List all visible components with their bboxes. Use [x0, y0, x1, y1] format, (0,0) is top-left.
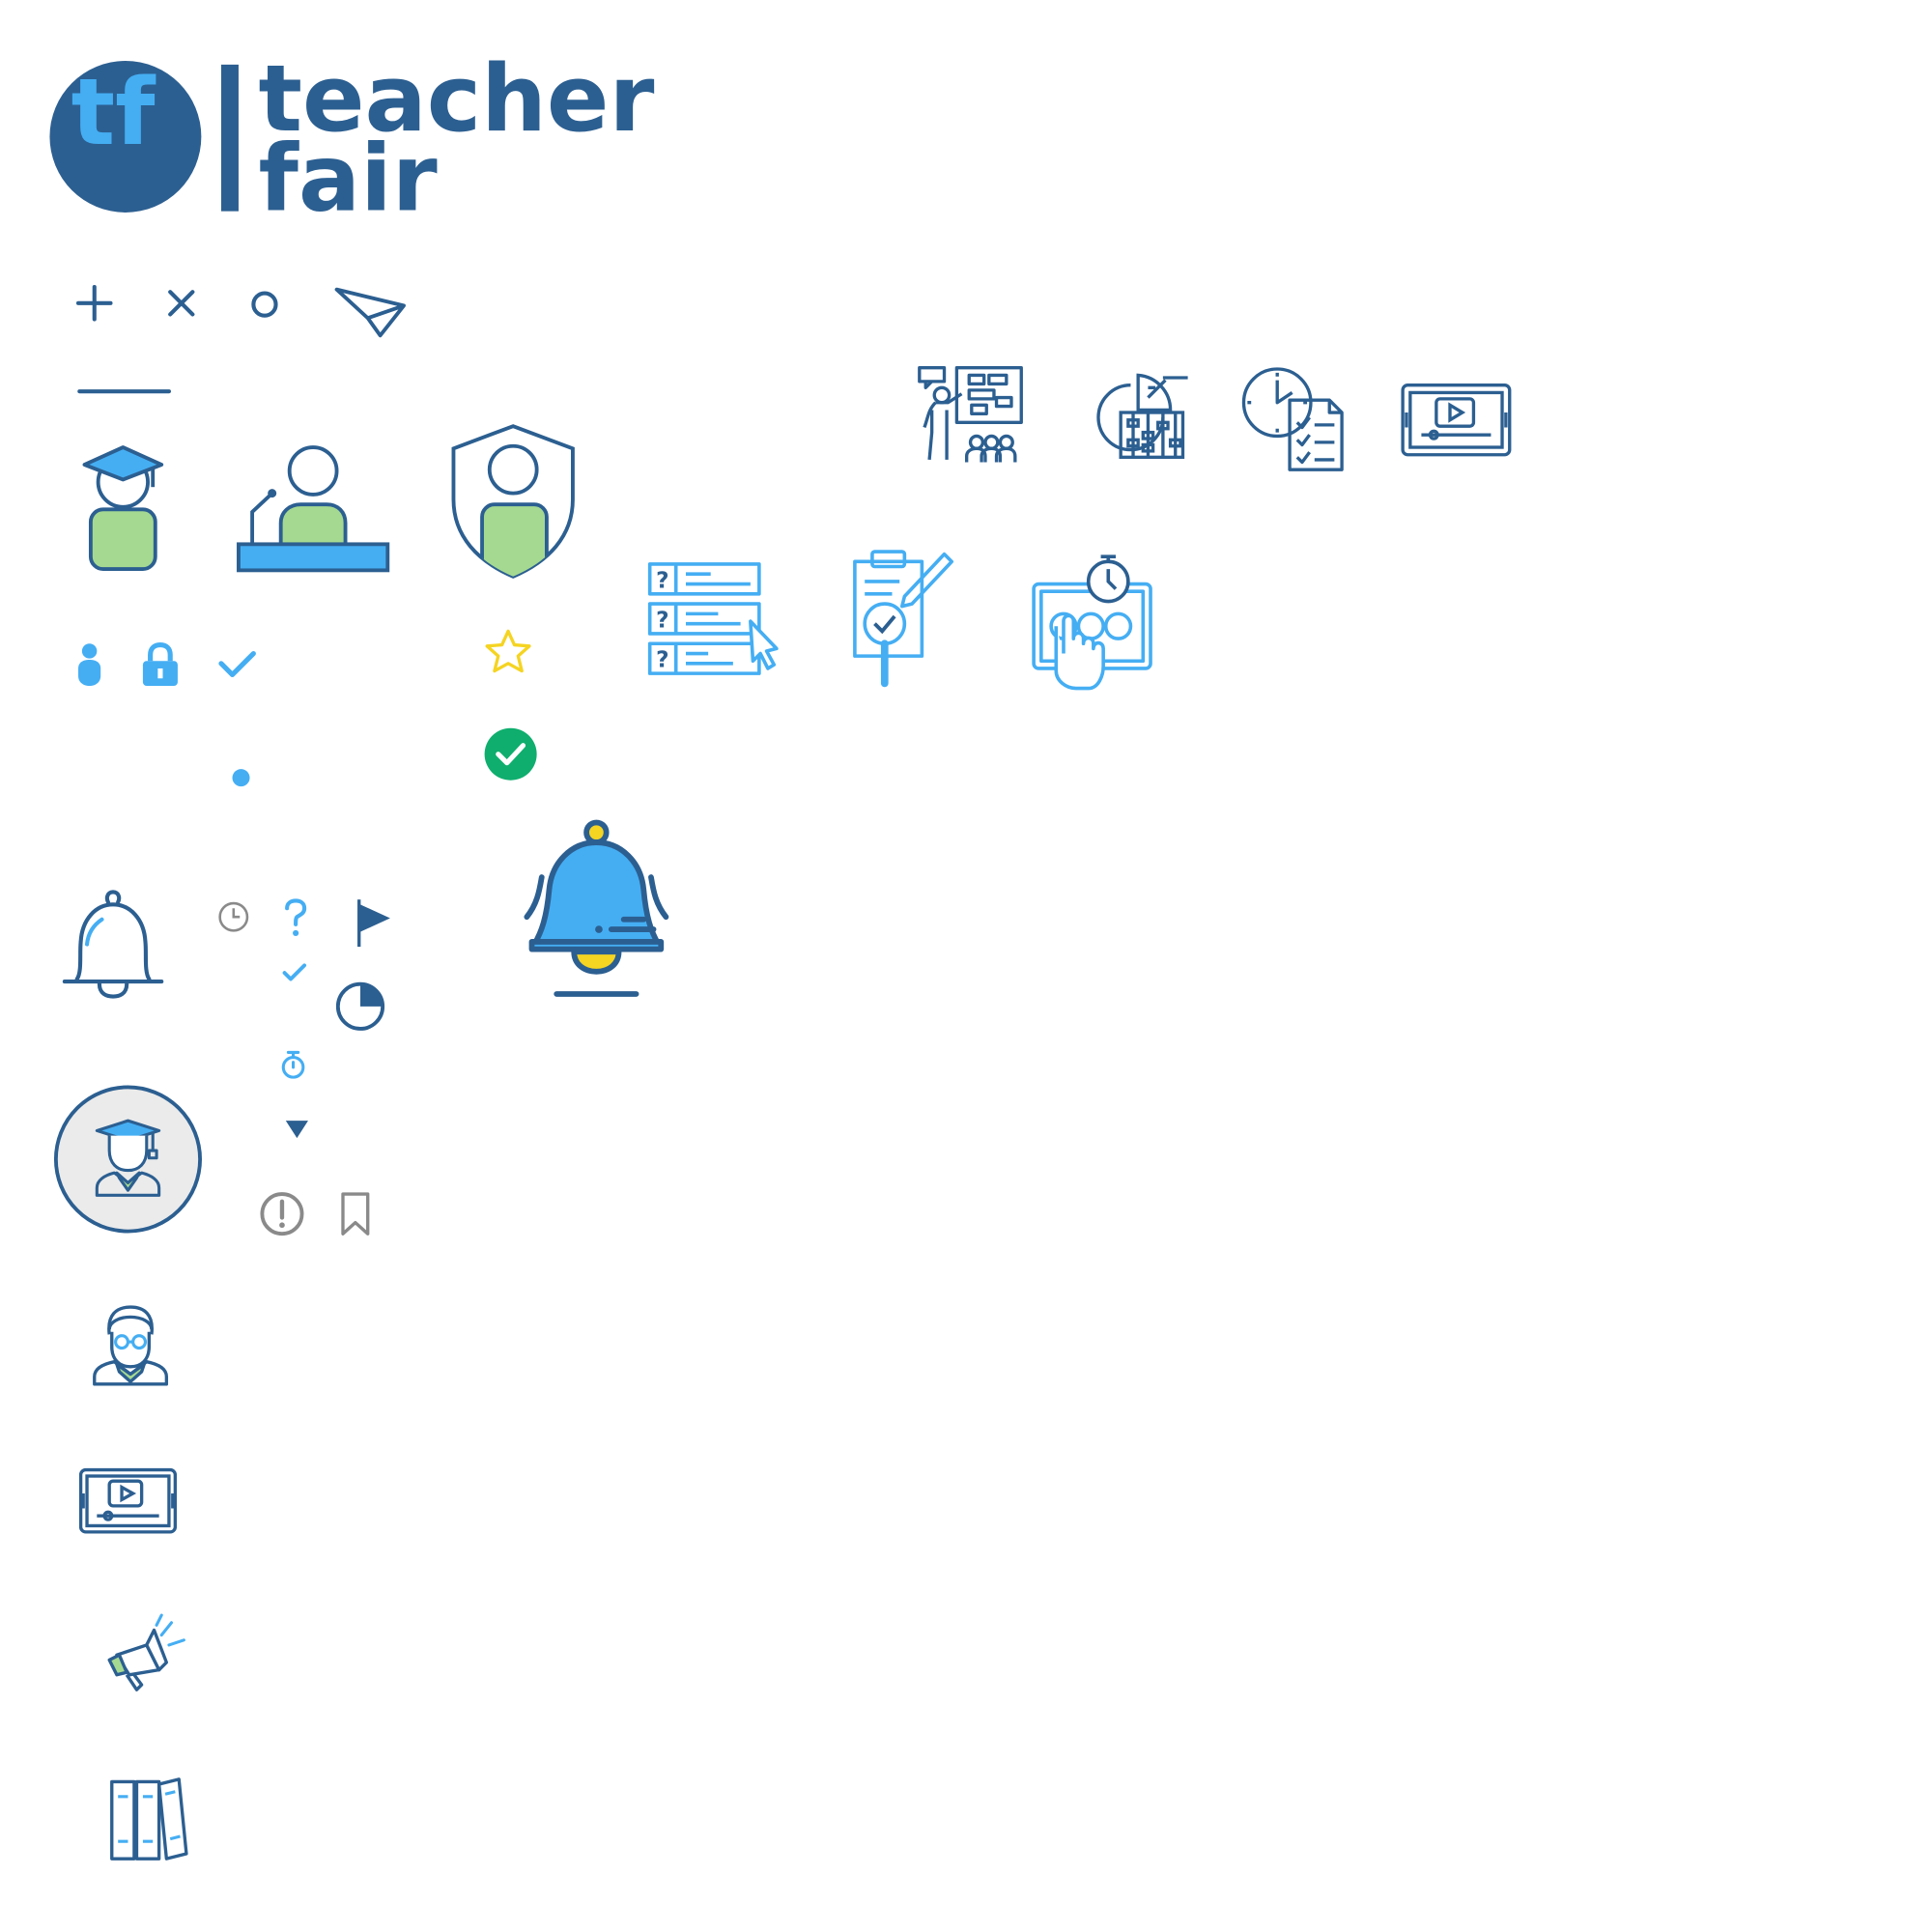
ringing-bell-icon	[524, 819, 669, 997]
pie-progress-icon	[335, 981, 385, 1031]
lock-icon	[142, 641, 178, 686]
shield-user-icon	[451, 424, 575, 579]
video-player-icon	[78, 1467, 178, 1534]
analytics-abacus-icon	[1096, 373, 1188, 459]
svg-text:?: ?	[656, 568, 668, 593]
clock-small-icon	[218, 901, 249, 932]
books-icon	[110, 1777, 188, 1861]
touch-timer-icon	[1032, 554, 1152, 691]
alert-icon	[260, 1192, 304, 1236]
bookmark-icon[interactable]	[338, 1190, 373, 1237]
clipboard-search-icon	[853, 550, 954, 688]
logo-word-fair: fair	[259, 126, 438, 232]
speaker-podium-icon	[237, 445, 390, 573]
close-icon[interactable]	[164, 286, 199, 321]
dot-icon	[232, 769, 250, 787]
circle-icon[interactable]	[248, 288, 280, 320]
minus-icon[interactable]	[77, 385, 172, 398]
teacher-board-icon	[918, 366, 1023, 463]
graduate-icon	[82, 445, 164, 572]
svg-text:?: ?	[656, 648, 668, 673]
svg-text:?: ?	[656, 609, 668, 634]
flag-icon[interactable]	[353, 897, 395, 950]
icon-sheet: tf teacher fair ? ? ?	[0, 0, 1932, 1932]
star-icon[interactable]	[482, 626, 534, 678]
logo-monogram: tf	[71, 60, 156, 166]
check-small-icon	[282, 963, 307, 981]
bell-outline-icon[interactable]	[60, 887, 167, 1001]
clock-checklist-icon	[1241, 367, 1344, 471]
video-tablet-icon	[1401, 384, 1512, 457]
check-icon	[218, 650, 256, 677]
megaphone-icon	[107, 1613, 185, 1691]
graduate-avatar-icon[interactable]	[52, 1084, 204, 1236]
teacher-fair-logo: tf teacher fair	[49, 46, 654, 232]
plus-icon[interactable]	[74, 283, 114, 323]
success-check-icon	[484, 727, 537, 781]
stopwatch-icon	[281, 1050, 305, 1079]
caret-down-icon[interactable]	[281, 1116, 313, 1143]
question-icon[interactable]	[281, 897, 311, 940]
student-glasses-icon	[93, 1305, 169, 1386]
user-small-icon	[78, 643, 101, 686]
quiz-list-icon: ???	[647, 562, 779, 675]
paper-plane-icon[interactable]	[333, 281, 411, 341]
